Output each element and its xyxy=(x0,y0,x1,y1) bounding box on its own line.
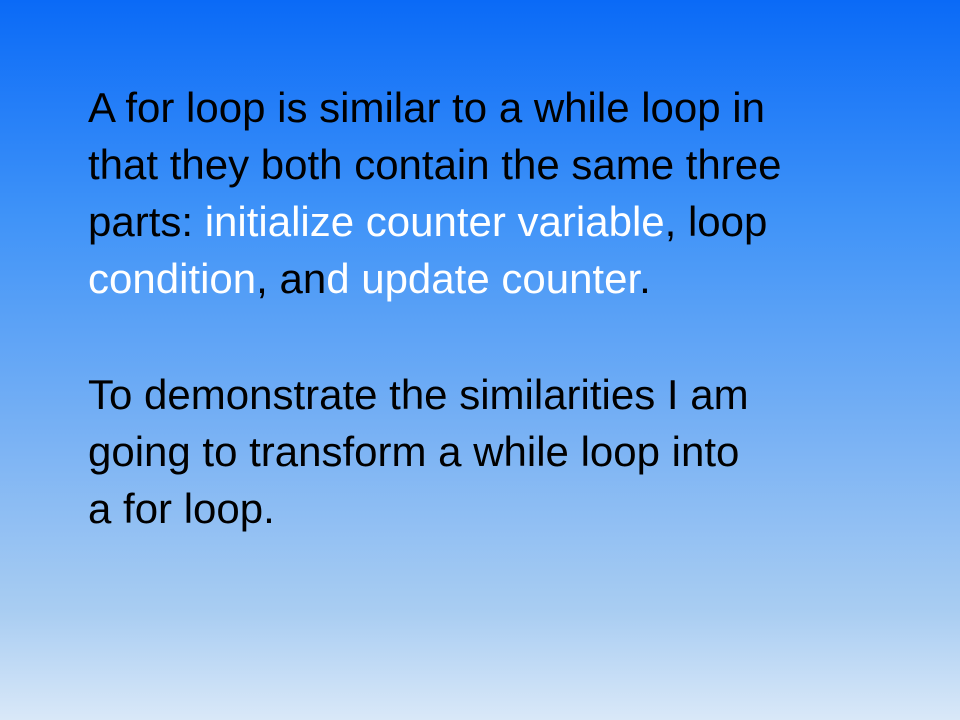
highlight-initialize-counter: initialize counter variable xyxy=(204,198,665,245)
parts-text: parts: xyxy=(88,198,205,245)
intro-line-4: condition, and update counter. xyxy=(88,250,918,307)
intro-line-1: A for loop is similar to a while loop in xyxy=(88,84,765,131)
intro-line-3: parts: initialize counter variable, loop xyxy=(88,193,918,250)
demo-paragraph: To demonstrate the similarities I am goi… xyxy=(88,366,918,537)
loop-text: , loop xyxy=(664,198,768,245)
demo-line-1: To demonstrate the similarities I am xyxy=(88,371,749,418)
and-text-d: d xyxy=(326,255,362,302)
demo-line-3: a for loop. xyxy=(88,485,275,532)
period-text: . xyxy=(639,255,651,302)
highlight-condition: condition xyxy=(88,255,257,302)
highlight-update-counter: update counter xyxy=(361,255,640,302)
comma-text: , xyxy=(256,255,280,302)
and-text-an: an xyxy=(279,255,327,302)
demo-line-2: going to transform a while loop into xyxy=(88,428,740,475)
intro-line-2: that they both contain the same three xyxy=(88,141,782,188)
slide: A for loop is similar to a while loop in… xyxy=(0,0,960,720)
intro-paragraph: A for loop is similar to a while loop in… xyxy=(88,79,918,307)
